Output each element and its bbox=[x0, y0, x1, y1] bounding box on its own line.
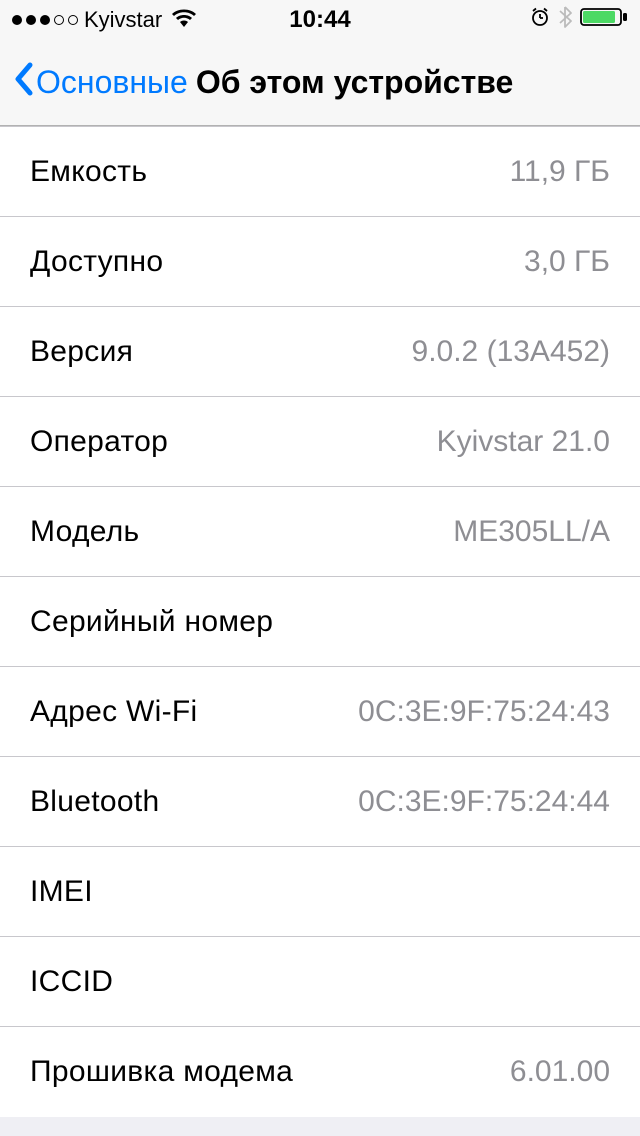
row-iccid[interactable]: ICCID bbox=[0, 937, 640, 1027]
signal-strength-icon bbox=[12, 15, 78, 25]
row-value: 3,0 ГБ bbox=[524, 245, 610, 279]
row-value: 6.01.00 bbox=[510, 1055, 610, 1089]
row-wifi-address[interactable]: Адрес Wi-Fi 0C:3E:9F:75:24:43 bbox=[0, 667, 640, 757]
row-value: 11,9 ГБ bbox=[510, 155, 610, 189]
settings-list[interactable]: Емкость 11,9 ГБ Доступно 3,0 ГБ Версия 9… bbox=[0, 126, 640, 1117]
status-bar: Kyivstar 10:44 bbox=[0, 0, 640, 40]
battery-icon bbox=[580, 7, 628, 33]
status-left: Kyivstar bbox=[12, 7, 196, 33]
row-imei[interactable]: IMEI bbox=[0, 847, 640, 937]
row-label: Версия bbox=[30, 335, 133, 369]
bluetooth-icon bbox=[558, 6, 572, 34]
row-value: 0C:3E:9F:75:24:43 bbox=[358, 695, 610, 729]
row-label: IMEI bbox=[30, 875, 93, 909]
back-label: Основные bbox=[36, 64, 188, 101]
row-label: Серийный номер bbox=[30, 605, 273, 639]
row-label: Bluetooth bbox=[30, 785, 159, 819]
status-right bbox=[530, 6, 628, 34]
row-value: Kyivstar 21.0 bbox=[437, 425, 610, 459]
wifi-icon bbox=[172, 7, 196, 33]
row-model[interactable]: Модель ME305LL/A bbox=[0, 487, 640, 577]
row-label: Доступно bbox=[30, 245, 163, 279]
row-bluetooth-address[interactable]: Bluetooth 0C:3E:9F:75:24:44 bbox=[0, 757, 640, 847]
clock-label: 10:44 bbox=[289, 6, 350, 34]
row-label: Адрес Wi-Fi bbox=[30, 695, 197, 729]
row-value: 0C:3E:9F:75:24:44 bbox=[358, 785, 610, 819]
row-value: 9.0.2 (13A452) bbox=[412, 335, 610, 369]
alarm-icon bbox=[530, 7, 550, 33]
row-available[interactable]: Доступно 3,0 ГБ bbox=[0, 217, 640, 307]
row-capacity[interactable]: Емкость 11,9 ГБ bbox=[0, 127, 640, 217]
navigation-bar: Основные Об этом устройстве bbox=[0, 40, 640, 126]
row-carrier[interactable]: Оператор Kyivstar 21.0 bbox=[0, 397, 640, 487]
back-button[interactable]: Основные bbox=[12, 61, 188, 105]
row-label: Емкость bbox=[30, 155, 147, 189]
chevron-left-icon bbox=[12, 61, 34, 105]
row-label: Модель bbox=[30, 515, 139, 549]
row-value: ME305LL/A bbox=[453, 515, 610, 549]
row-version[interactable]: Версия 9.0.2 (13A452) bbox=[0, 307, 640, 397]
row-label: Прошивка модема bbox=[30, 1055, 293, 1089]
row-label: Оператор bbox=[30, 425, 168, 459]
carrier-label: Kyivstar bbox=[84, 7, 162, 33]
row-modem-firmware[interactable]: Прошивка модема 6.01.00 bbox=[0, 1027, 640, 1117]
page-title: Об этом устройстве bbox=[196, 64, 513, 101]
row-label: ICCID bbox=[30, 965, 113, 999]
row-serial[interactable]: Серийный номер bbox=[0, 577, 640, 667]
